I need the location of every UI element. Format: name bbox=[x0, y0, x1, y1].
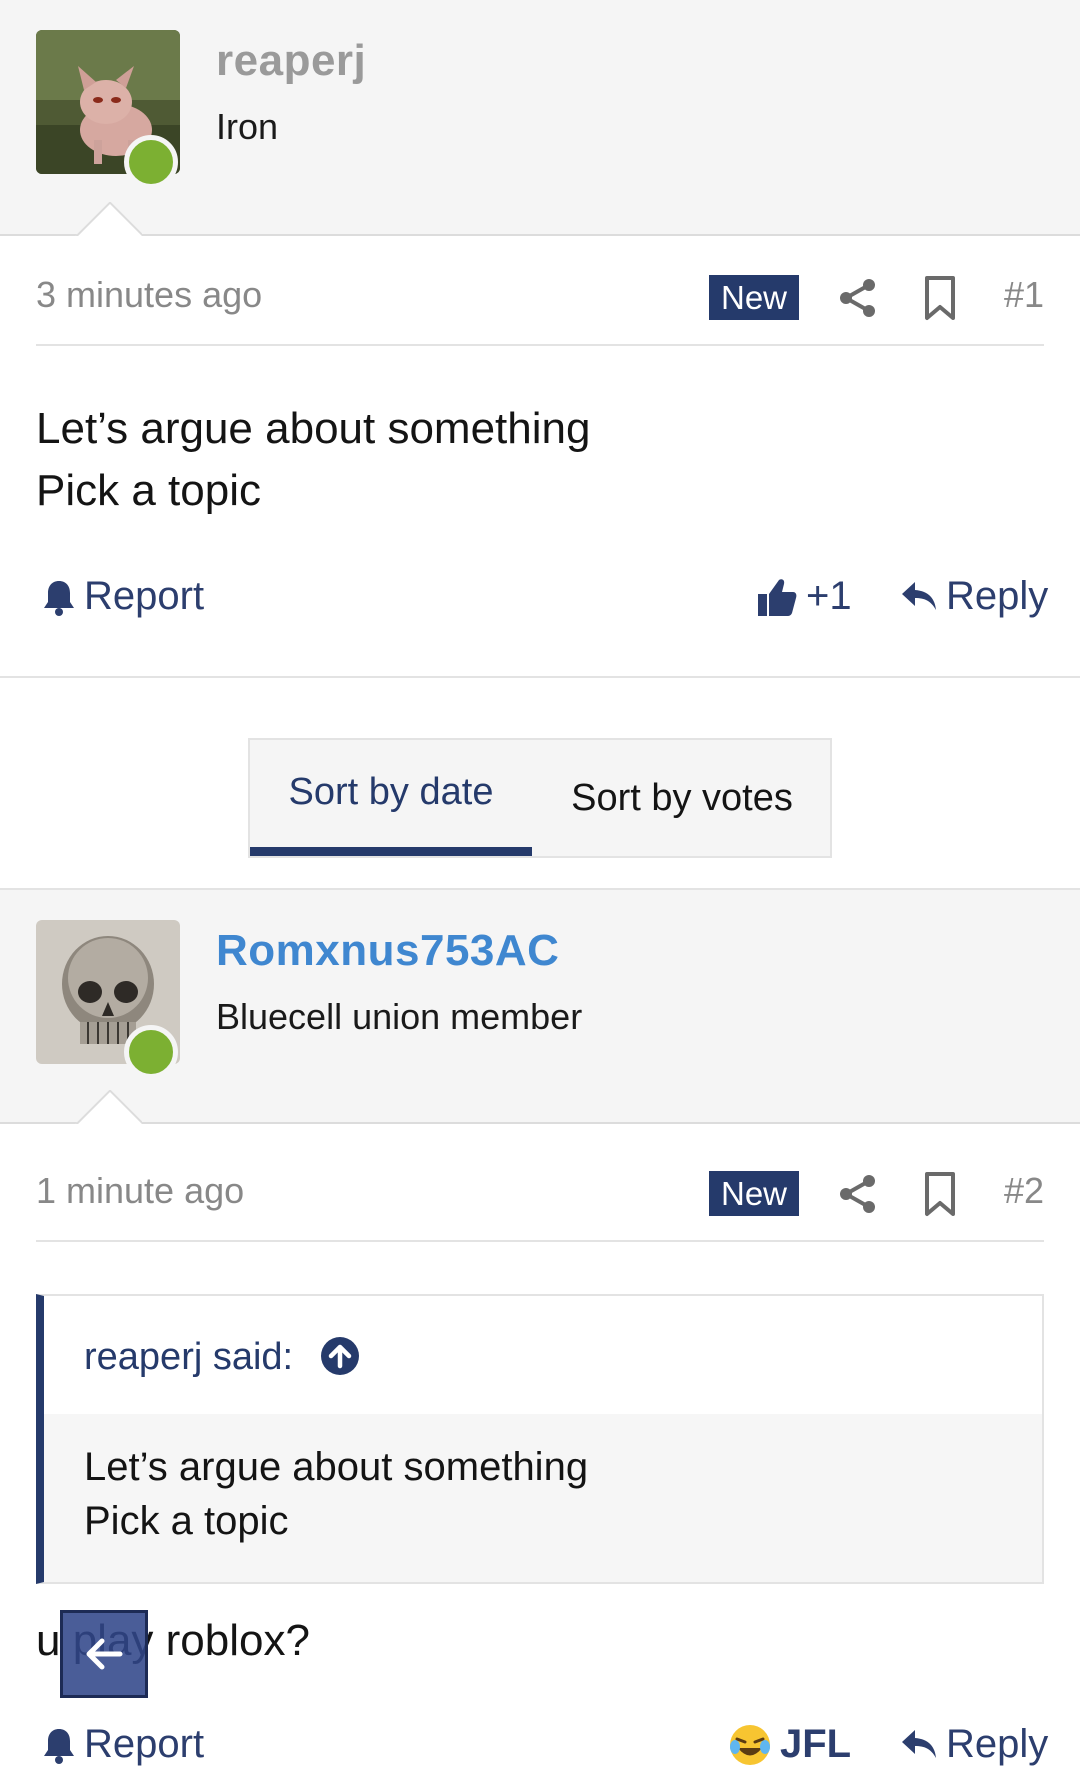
quote-body: Let’s argue about something Pick a topic bbox=[44, 1414, 1042, 1582]
post-1-meta-row: 3 minutes ago New #1 bbox=[36, 236, 1044, 346]
tab-sort-by-votes[interactable]: Sort by votes bbox=[532, 740, 832, 856]
bookmark-icon[interactable] bbox=[918, 274, 962, 322]
post-body-line: Let’s argue about something bbox=[36, 404, 591, 453]
like-button[interactable]: +1 bbox=[756, 574, 852, 619]
user-title: Iron bbox=[216, 106, 279, 147]
reaction-button[interactable]: JFL bbox=[728, 1722, 851, 1767]
quote-block: reaperj said: Let’s argue about somethin… bbox=[36, 1294, 1044, 1584]
quote-header: reaperj said: bbox=[44, 1296, 1042, 1414]
report-label: Report bbox=[84, 574, 205, 618]
username[interactable]: Romxnus753AC bbox=[216, 926, 559, 976]
report-label: Report bbox=[84, 1722, 205, 1766]
reaction-label: JFL bbox=[780, 1722, 852, 1766]
reply-icon bbox=[902, 1729, 936, 1758]
sort-tabs: Sort by date Sort by votes bbox=[248, 738, 832, 858]
reply-button[interactable]: Reply bbox=[900, 1722, 1048, 1767]
post-2-meta-row: 1 minute ago New #2 bbox=[36, 1132, 1044, 1242]
bell-icon bbox=[44, 580, 74, 616]
quote-author[interactable]: reaperj said: bbox=[84, 1336, 293, 1379]
laughing-crying-emoji-icon bbox=[730, 1724, 770, 1765]
reply-icon bbox=[902, 581, 936, 610]
post-body-line: Pick a topic bbox=[36, 466, 261, 515]
quote-line: Pick a topic bbox=[84, 1499, 289, 1543]
username[interactable]: reaperj bbox=[216, 36, 366, 86]
share-icon[interactable] bbox=[836, 1172, 880, 1216]
thumbs-up-icon bbox=[758, 578, 797, 616]
post-divider bbox=[0, 676, 1080, 678]
post-time[interactable]: 3 minutes ago bbox=[36, 274, 262, 316]
arrow-up-circle-icon[interactable] bbox=[320, 1336, 360, 1376]
reply-label: Reply bbox=[946, 1722, 1049, 1766]
reaction-count: +1 bbox=[806, 574, 852, 618]
post-1-user-header: reaperj Iron bbox=[0, 0, 1080, 236]
bell-icon bbox=[44, 1728, 74, 1764]
report-button[interactable]: Report bbox=[42, 1722, 204, 1767]
tab-sort-by-date[interactable]: Sort by date bbox=[250, 740, 532, 856]
quote-line: Let’s argue about something bbox=[84, 1445, 589, 1489]
reply-button[interactable]: Reply bbox=[900, 574, 1048, 619]
bookmark-icon[interactable] bbox=[918, 1170, 962, 1218]
user-title: Bluecell union member bbox=[216, 996, 583, 1037]
post-time[interactable]: 1 minute ago bbox=[36, 1170, 244, 1212]
back-button[interactable] bbox=[60, 1610, 148, 1698]
online-status-indicator bbox=[124, 135, 178, 189]
online-status-indicator bbox=[124, 1025, 178, 1079]
header-caret bbox=[74, 1090, 142, 1124]
new-badge: New bbox=[709, 1171, 799, 1216]
new-badge: New bbox=[709, 275, 799, 320]
arrow-left-icon bbox=[86, 1638, 123, 1670]
post-1-body: Let’s argue about something Pick a topic bbox=[36, 398, 590, 522]
share-icon[interactable] bbox=[836, 276, 880, 320]
post-number[interactable]: #1 bbox=[1004, 274, 1044, 316]
reply-label: Reply bbox=[946, 574, 1049, 618]
report-button[interactable]: Report bbox=[42, 574, 204, 619]
post-2-user-header: Romxnus753AC Bluecell union member bbox=[0, 888, 1080, 1124]
header-caret bbox=[74, 202, 142, 236]
post-number[interactable]: #2 bbox=[1004, 1170, 1044, 1212]
